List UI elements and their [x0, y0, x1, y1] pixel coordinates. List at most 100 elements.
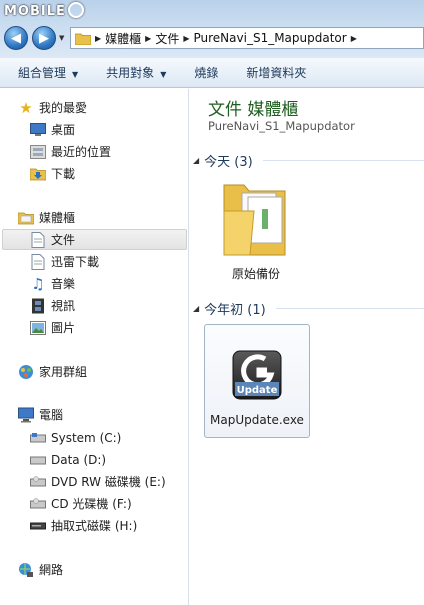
- nav-item-desktop[interactable]: 桌面: [30, 119, 187, 140]
- breadcrumb-separator-icon[interactable]: ▶: [351, 34, 357, 43]
- watermark: MOBILE: [4, 2, 84, 19]
- nav-item-label: 文件: [51, 233, 76, 247]
- nav-item-label: 圖片: [51, 321, 76, 335]
- nav-favorites-label: 我的最愛: [39, 101, 88, 115]
- watermark-text: MOBILE: [4, 4, 66, 19]
- file-item-folder[interactable]: 原始備份: [208, 175, 304, 291]
- folder-icon: [75, 33, 91, 45]
- documents-icon: [30, 231, 46, 248]
- breadcrumb-documents[interactable]: 文件: [155, 30, 179, 47]
- library-icon: [18, 210, 34, 226]
- nav-item-pictures[interactable]: 圖片: [30, 317, 187, 338]
- group-header-label: 今天 (3): [204, 154, 253, 170]
- nav-item-drive-d[interactable]: Data (D:): [30, 449, 187, 470]
- library-title: 文件 媒體櫃: [208, 100, 299, 120]
- group-divider: [275, 307, 424, 309]
- optical-drive-icon: [30, 496, 46, 512]
- nav-network-label: 網路: [39, 563, 64, 577]
- hard-drive-icon: [30, 452, 46, 468]
- optical-drive-icon: [30, 474, 46, 490]
- group-header-earlier-this-year[interactable]: ◢ 今年初 (1): [190, 299, 424, 318]
- desktop-icon: [30, 122, 46, 138]
- nav-item-videos[interactable]: 視訊: [30, 295, 187, 316]
- nav-item-drive-c[interactable]: System (C:): [30, 427, 187, 448]
- nav-item-label: 音樂: [51, 277, 76, 291]
- nav-computer-label: 電腦: [39, 408, 64, 422]
- share-with-label: 共用對象: [106, 66, 155, 80]
- address-bar[interactable]: ▶ 媒體櫃 ▶ 文件 ▶ PureNavi_S1_Mapupdator ▶: [70, 27, 424, 49]
- nav-item-label: 迅雷下載: [51, 255, 100, 269]
- chevron-down-icon: ▼: [72, 70, 79, 79]
- file-item-label: MapUpdate.exe: [210, 413, 304, 427]
- nav-item-music[interactable]: ♫ 音樂: [30, 273, 187, 294]
- nav-libraries[interactable]: 媒體櫃: [18, 207, 187, 228]
- nav-homegroup-label: 家用群組: [39, 365, 88, 379]
- forward-button[interactable]: ▶: [32, 26, 56, 50]
- network-icon: [18, 562, 34, 578]
- nav-item-documents[interactable]: 文件: [2, 229, 187, 250]
- nav-item-label: 抽取式磁碟 (H:): [51, 519, 138, 533]
- nav-item-label: DVD RW 磁碟機 (E:): [51, 475, 166, 489]
- nav-item-label: 最近的位置: [51, 145, 112, 159]
- nav-item-label: 桌面: [51, 123, 76, 137]
- nav-item-downloads[interactable]: 下載: [30, 163, 187, 184]
- nav-item-label: Data (D:): [51, 452, 107, 467]
- back-button[interactable]: ◀: [4, 26, 28, 50]
- nav-network[interactable]: 網路: [18, 559, 187, 580]
- nav-item-label: System (C:): [51, 430, 122, 445]
- burn-label: 燒錄: [194, 66, 219, 80]
- nav-favorites[interactable]: ★ 我的最愛: [18, 97, 187, 118]
- file-item-label: 原始備份: [231, 267, 280, 281]
- nav-item-label: 下載: [51, 167, 76, 181]
- new-folder-button[interactable]: 新增資料夾: [246, 64, 306, 81]
- group-divider: [262, 159, 424, 161]
- command-bar: 組合管理 ▼ 共用對象 ▼ 燒錄 新增資料夾: [0, 58, 424, 88]
- breadcrumb-separator-icon[interactable]: ▶: [183, 34, 189, 43]
- star-icon: ★: [19, 98, 33, 117]
- organize-label: 組合管理: [18, 66, 67, 80]
- homegroup-icon: [18, 364, 34, 380]
- update-badge-text: Update: [237, 385, 278, 396]
- chevron-down-icon: ▼: [160, 70, 167, 79]
- share-with-button[interactable]: 共用對象 ▼: [106, 64, 166, 81]
- music-note-icon: ♫: [31, 274, 45, 293]
- collapse-caret-icon[interactable]: ◢: [193, 304, 199, 313]
- downloads-folder-icon: [30, 166, 46, 182]
- file-item-mapupdate-exe[interactable]: Update MapUpdate.exe: [204, 324, 310, 438]
- title-bar: MOBILE ◀ ▶ ▼ ▶ 媒體櫃 ▶ 文件 ▶ PureNavi_S1_Ma…: [0, 0, 424, 58]
- picture-icon: [30, 320, 46, 336]
- watermark-logo-icon: [67, 2, 84, 18]
- nav-computer[interactable]: 電腦: [18, 404, 187, 425]
- navigation-pane: ★ 我的最愛 桌面 最近的位置 下載 媒體櫃 文件 迅雷下載 ♫ 音樂 視訊 圖…: [0, 89, 189, 605]
- breadcrumb-libraries[interactable]: 媒體櫃: [105, 30, 141, 47]
- nav-item-label: 視訊: [51, 299, 76, 313]
- burn-button[interactable]: 燒錄: [194, 64, 218, 81]
- removable-drive-icon: [30, 518, 46, 534]
- nav-item-drive-e[interactable]: DVD RW 磁碟機 (E:): [30, 471, 187, 492]
- breadcrumb-separator-icon[interactable]: ▶: [145, 34, 151, 43]
- documents-icon: [30, 253, 46, 270]
- update-app-icon: Update: [232, 350, 282, 400]
- nav-homegroup[interactable]: 家用群組: [18, 361, 187, 382]
- hard-drive-icon: [30, 430, 46, 446]
- folder-icon: [223, 184, 286, 256]
- nav-libraries-label: 媒體櫃: [39, 211, 76, 225]
- arrow-left-icon: ◀: [11, 30, 21, 46]
- group-header-label: 今年初 (1): [204, 302, 266, 318]
- new-folder-label: 新增資料夾: [246, 66, 307, 80]
- file-list-pane: 文件 媒體櫃 PureNavi_S1_Mapupdator ◢ 今天 (3) 原…: [190, 89, 424, 605]
- organize-button[interactable]: 組合管理 ▼: [18, 64, 78, 81]
- breadcrumb-separator-icon[interactable]: ▶: [95, 34, 101, 43]
- library-location: PureNavi_S1_Mapupdator: [208, 119, 355, 133]
- breadcrumb-current-folder[interactable]: PureNavi_S1_Mapupdator: [194, 31, 347, 45]
- group-header-today[interactable]: ◢ 今天 (3): [190, 151, 424, 170]
- recent-pages-dropdown[interactable]: ▼: [59, 34, 64, 42]
- recent-places-icon: [30, 144, 46, 160]
- nav-item-drive-f[interactable]: CD 光碟機 (F:): [30, 493, 187, 514]
- video-film-icon: [30, 298, 46, 314]
- collapse-caret-icon[interactable]: ◢: [193, 156, 199, 165]
- nav-item-thunder-downloads[interactable]: 迅雷下載: [30, 251, 187, 272]
- nav-item-recent-places[interactable]: 最近的位置: [30, 141, 187, 162]
- computer-icon: [18, 407, 34, 423]
- nav-item-drive-h[interactable]: 抽取式磁碟 (H:): [30, 515, 187, 536]
